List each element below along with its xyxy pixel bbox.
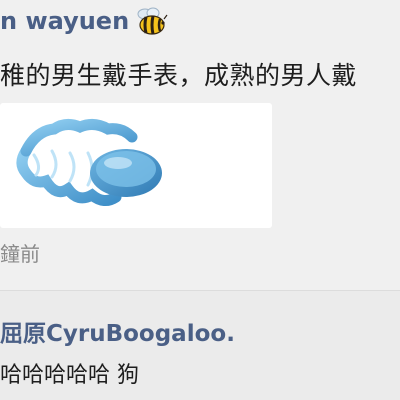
post-author-row[interactable]: n wayuen <box>0 4 169 38</box>
post-author-name[interactable]: n wayuen <box>0 7 129 35</box>
comment-item[interactable]: 屈原CyruBoogaloo. 哈哈哈哈哈 狗 <box>0 291 400 400</box>
comment-author-name[interactable]: 屈原CyruBoogaloo. <box>0 314 235 348</box>
moments-post: n wayuen 稚的男生戴手表，成熟的男人戴 鐘前 <box>0 0 400 290</box>
moments-screen: n wayuen 稚的男生戴手表，成熟的男人戴 鐘前 屈原CyruBoogalo… <box>0 0 400 400</box>
post-time: 鐘前 <box>0 242 40 266</box>
bee-icon <box>137 7 168 35</box>
post-text: 稚的男生戴手表，成熟的男人戴 <box>0 61 358 90</box>
bracelet-image[interactable] <box>8 111 168 219</box>
post-image-card[interactable] <box>0 103 272 228</box>
comment-text: 哈哈哈哈哈 狗 <box>0 363 139 388</box>
